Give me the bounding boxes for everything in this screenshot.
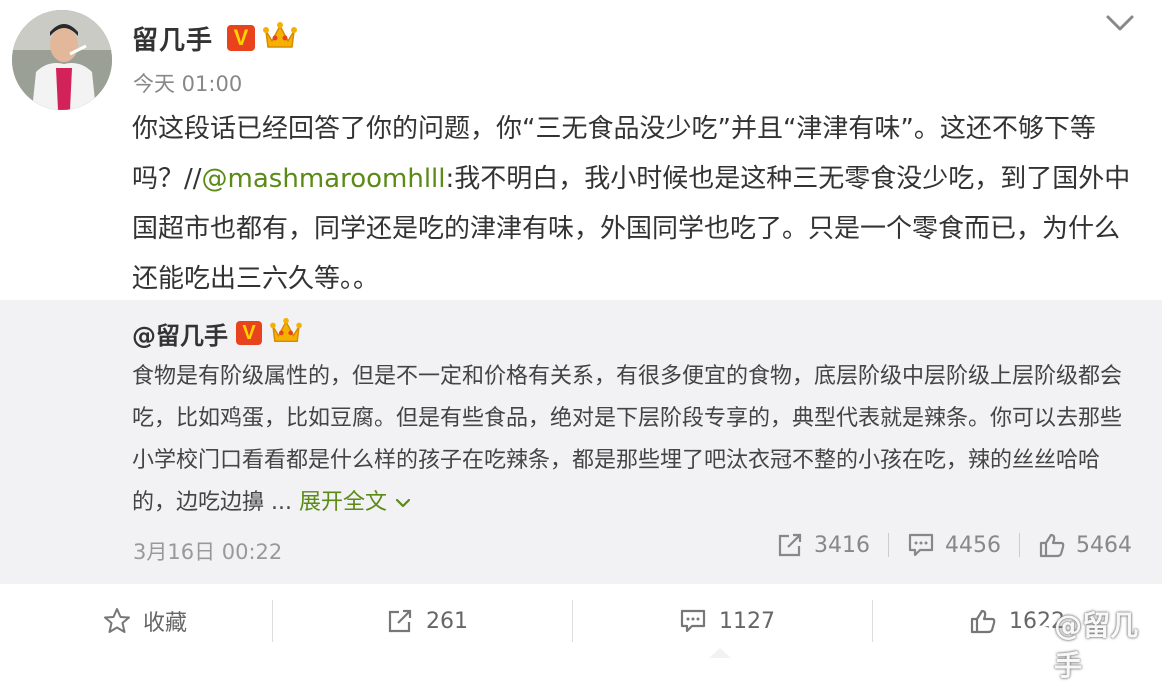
repost-count: 3416 [814, 532, 870, 558]
like-count: 5464 [1076, 532, 1132, 558]
weibo-post: 留几手 V 今天 01:00 你这段话已经回答了你的问题，你“三无食品没少吃”并… [0, 0, 1162, 300]
comment-active-caret [709, 648, 731, 658]
repost-icon [388, 609, 412, 633]
divider [272, 600, 273, 642]
like-icon [1039, 533, 1065, 558]
mention-link[interactable]: @mashmaroomhlll [202, 164, 446, 194]
repost-body: 食物是有阶级属性的，但是不一定和价格有关系，有很多便宜的食物，底层阶级中层阶级上… [132, 364, 1123, 515]
divider [1019, 533, 1020, 557]
avatar-image [12, 10, 112, 110]
repost-date: 3月16日 00:22 [133, 540, 283, 564]
comment-button[interactable]: 1127 [582, 584, 872, 658]
action-repost-count: 261 [426, 608, 468, 634]
repost-author-name[interactable]: @留几手 [132, 316, 228, 351]
repost-stat-likes[interactable]: 5464 [1038, 532, 1132, 558]
comment-count: 4456 [945, 532, 1001, 558]
star-icon [103, 608, 130, 633]
post-menu-button[interactable] [1100, 8, 1140, 38]
post-time: 今天 01:00 [133, 72, 243, 96]
action-bar: 收藏 261 1127 1622 [0, 584, 1162, 658]
divider [572, 600, 573, 642]
reposted-original[interactable]: @留几手 V 食物是有阶级属性的，但是不一定和价格有关系，有很多便宜的食物，底层… [0, 300, 1162, 584]
repost-stat-reposts[interactable]: 3416 [776, 532, 870, 558]
favorite-button[interactable]: 收藏 [0, 584, 290, 658]
expand-label: 展开全文 [298, 490, 387, 515]
author-name[interactable]: 留几手 [132, 20, 213, 57]
action-comment-count: 1127 [719, 608, 775, 634]
favorite-label: 收藏 [142, 611, 187, 636]
crown-icon [270, 317, 302, 349]
weibo-logo-icon [1008, 625, 1055, 661]
vip-v-badge-icon: V [236, 321, 262, 345]
repost-icon [778, 533, 802, 557]
post-text: 你这段话已经回答了你的问题，你“三无食品没少吃”并且“津津有味”。这还不够下等吗… [132, 104, 1132, 304]
like-icon [970, 609, 996, 634]
repost-stats: 3416 4456 5464 [776, 532, 1132, 558]
watermark: @留几手 [1006, 604, 1162, 684]
comment-icon [908, 533, 934, 557]
avatar[interactable] [12, 10, 112, 110]
comment-icon [680, 609, 706, 633]
repost-author-row: @留几手 V [132, 316, 302, 350]
repost-text: 食物是有阶级属性的，但是不一定和价格有关系，有很多便宜的食物，底层阶级中层阶级上… [132, 356, 1132, 524]
expand-full-text-link[interactable]: 展开全文 [299, 490, 412, 515]
crown-icon [263, 21, 298, 55]
watermark-text: @留几手 [1054, 609, 1139, 682]
chevron-down-icon [1106, 15, 1134, 31]
vip-v-badge-icon: V [227, 25, 256, 51]
author-row: 留几手 V [132, 18, 298, 58]
chevron-down-icon [395, 498, 411, 508]
divider [888, 533, 889, 557]
repost-button[interactable]: 261 [282, 584, 572, 658]
repost-stat-comments[interactable]: 4456 [907, 532, 1001, 558]
